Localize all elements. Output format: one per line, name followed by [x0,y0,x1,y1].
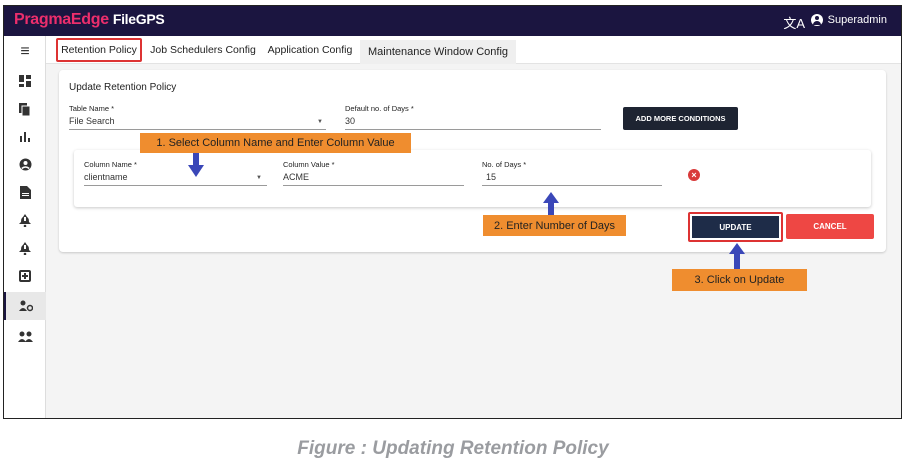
column-name-underline [84,185,267,186]
column-value-label: Column Value * [283,160,335,169]
update-button-highlight: UPDATE [688,212,783,242]
column-name-select[interactable]: clientname [84,172,128,182]
add-more-conditions-button[interactable]: ADD MORE CONDITIONS [623,107,738,130]
dashboard-icon[interactable] [4,69,46,93]
alert-bell-icon[interactable] [4,208,46,232]
cancel-button[interactable]: CANCEL [786,214,874,239]
menu-icon[interactable]: ≡ [4,40,46,64]
form-title: Update Retention Policy [69,82,177,93]
user-menu[interactable]: Superadmin [810,14,887,26]
tab-job-schedulers-config[interactable]: Job Schedulers Config [148,38,258,62]
table-name-label: Table Name * [69,104,115,113]
table-name-select[interactable]: File Search [69,116,115,126]
document-icon[interactable] [4,180,46,204]
user-settings-icon[interactable] [4,292,46,320]
account-circle-icon[interactable] [4,152,46,176]
logo-brand: PragmaEdge [14,11,109,28]
tab-maintenance-window-config[interactable]: Maintenance Window Config [360,40,516,64]
chevron-down-icon[interactable]: ▼ [256,175,262,181]
default-days-input[interactable]: 30 [345,116,355,126]
arrow-down-icon [188,153,204,177]
column-value-underline [283,185,464,186]
table-name-underline [69,129,326,130]
logo-product: FileGPS [112,11,165,27]
remove-condition-icon[interactable]: × [688,169,700,181]
update-button[interactable]: UPDATE [692,216,779,238]
tab-application-config[interactable]: Application Config [264,38,356,62]
chevron-down-icon[interactable]: ▼ [317,119,323,125]
tab-retention-policy[interactable]: Retention Policy [56,38,142,62]
bar-chart-icon[interactable] [4,124,46,148]
days-label: No. of Days * [482,160,527,169]
user-name: Superadmin [827,14,887,26]
step1-callout: 1. Select Column Name and Enter Column V… [140,133,411,153]
column-value-input[interactable]: ACME [283,172,309,182]
arrow-up-icon [729,243,745,269]
default-days-underline [345,129,601,130]
step2-callout: 2. Enter Number of Days [483,215,626,236]
step3-callout: 3. Click on Update [672,269,807,291]
arrow-up-icon [543,192,559,215]
days-input[interactable]: 15 [486,172,496,182]
default-days-label: Default no. of Days * [345,104,414,113]
column-name-label: Column Name * [84,160,137,169]
figure-caption: Figure : Updating Retention Policy [297,438,609,459]
files-icon[interactable] [4,97,46,121]
app-logo[interactable]: PragmaEdge FileGPS [14,11,165,29]
plus-box-icon[interactable] [4,264,46,288]
group-icon[interactable] [4,324,46,348]
top-app-bar: PragmaEdge FileGPS 文A Superadmin [4,6,901,36]
sidebar: ≡ [4,36,46,418]
days-underline [482,185,662,186]
tab-bar: Retention Policy Job Schedulers Config A… [46,36,901,64]
notification-bell-icon[interactable] [4,236,46,260]
account-circle-icon [810,14,823,26]
translate-icon[interactable]: 文A [783,13,805,32]
